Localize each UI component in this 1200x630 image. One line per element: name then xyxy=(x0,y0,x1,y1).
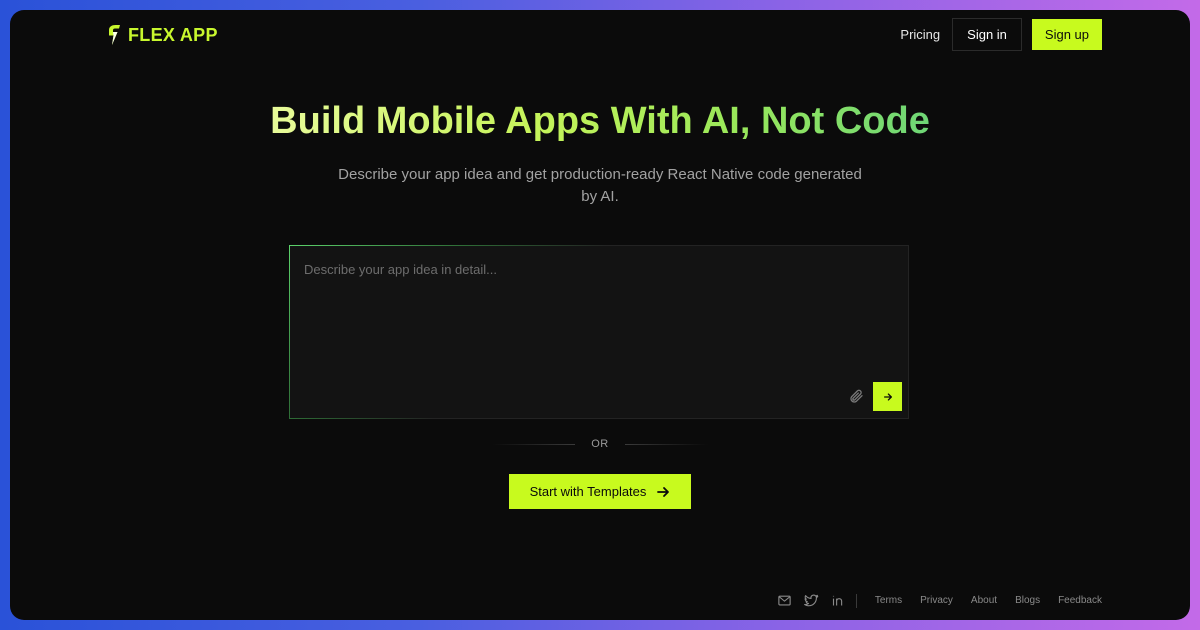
mail-icon[interactable] xyxy=(777,593,792,608)
hero-title: Build Mobile Apps With AI, Not Code xyxy=(10,100,1190,143)
logo[interactable]: FLEX APP xyxy=(106,24,218,46)
send-button[interactable] xyxy=(873,382,902,411)
footer-link-privacy[interactable]: Privacy xyxy=(920,595,953,606)
hero-title-text: Build Mobile Apps With AI, Not Code xyxy=(270,100,930,142)
or-divider: OR xyxy=(492,438,708,450)
start-with-templates-button[interactable]: Start with Templates xyxy=(509,474,691,509)
pricing-link[interactable]: Pricing xyxy=(898,27,942,42)
linkedin-icon[interactable] xyxy=(831,593,846,608)
arrow-right-icon xyxy=(883,392,892,401)
top-nav: Pricing Sign in Sign up xyxy=(898,18,1102,51)
divider-line-left xyxy=(492,443,576,445)
or-text: OR xyxy=(591,438,609,450)
app-idea-input[interactable] xyxy=(290,246,908,376)
hero-subtitle: Describe your app idea and get productio… xyxy=(338,166,862,205)
paperclip-icon[interactable] xyxy=(848,388,864,404)
twitter-icon[interactable] xyxy=(803,593,819,608)
lightning-logo-icon xyxy=(109,25,120,45)
arrow-right-icon xyxy=(657,486,670,497)
logo-text: FLEX APP xyxy=(128,24,218,45)
footer-link-terms[interactable]: Terms xyxy=(875,595,902,606)
sign-up-button[interactable]: Sign up xyxy=(1031,19,1102,50)
prompt-box xyxy=(289,245,909,419)
sign-in-button[interactable]: Sign in xyxy=(952,18,1022,51)
app-frame: FLEX APP Pricing Sign in Sign up Build M… xyxy=(10,10,1190,620)
footer-link-blogs[interactable]: Blogs xyxy=(1015,595,1040,606)
templates-button-label: Start with Templates xyxy=(529,484,647,499)
footer-separator xyxy=(855,593,857,608)
prompt-box-inner xyxy=(290,246,908,418)
footer-link-about[interactable]: About xyxy=(971,595,997,606)
footer: Terms Privacy About Blogs Feedback xyxy=(777,593,1102,608)
footer-link-feedback[interactable]: Feedback xyxy=(1058,595,1102,606)
divider-line-right xyxy=(624,443,708,445)
